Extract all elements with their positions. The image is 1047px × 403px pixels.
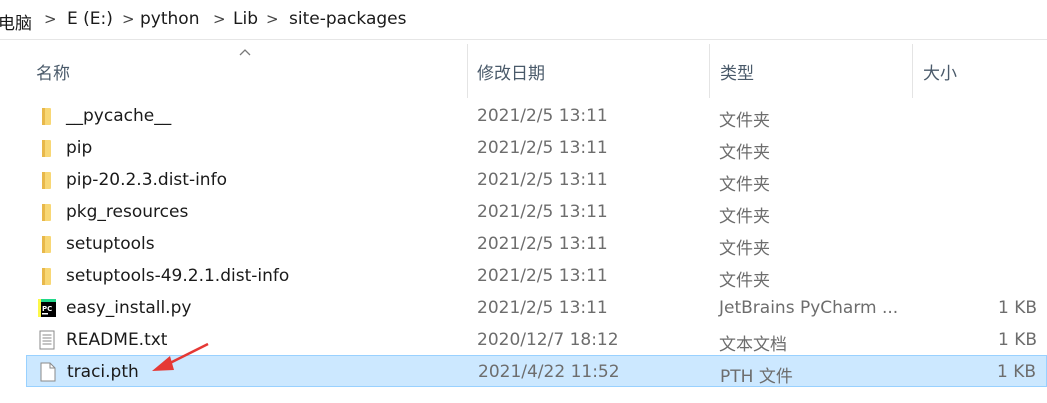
file-row[interactable]: pip-20.2.3.dist-info 2021/2/5 13:11 文件夹 xyxy=(26,164,1047,196)
address-bar[interactable]: 电脑 > E (E:) > python > Lib > site-packag… xyxy=(0,0,1047,40)
folder-icon xyxy=(42,204,51,221)
column-header-date-modified[interactable]: 修改日期 xyxy=(477,59,545,84)
file-size: 1 KB xyxy=(996,362,1036,382)
breadcrumb-site-packages[interactable]: site-packages xyxy=(289,9,406,29)
svg-text:PC: PC xyxy=(42,305,52,313)
file-type: 文件夹 xyxy=(719,175,770,195)
folder-icon xyxy=(42,268,51,285)
file-name: pkg_resources xyxy=(66,202,189,222)
chevron-right-icon[interactable]: > xyxy=(266,10,279,28)
file-type: 文件夹 xyxy=(719,271,770,291)
file-type: 文件夹 xyxy=(719,239,770,259)
file-name: __pycache__ xyxy=(66,106,172,126)
column-divider[interactable] xyxy=(912,44,913,98)
folder-icon xyxy=(42,172,51,189)
file-size: 1 KB xyxy=(997,298,1037,318)
file-date: 2021/2/5 13:11 xyxy=(477,170,608,190)
chevron-right-icon[interactable]: > xyxy=(122,10,135,28)
file-type: 文件夹 xyxy=(719,207,770,227)
column-divider[interactable] xyxy=(709,44,710,98)
file-row[interactable]: setuptools-49.2.1.dist-info 2021/2/5 13:… xyxy=(26,260,1047,292)
file-date: 2021/2/5 13:11 xyxy=(477,298,608,318)
file-date: 2021/2/5 13:11 xyxy=(477,266,608,286)
column-header-size[interactable]: 大小 xyxy=(923,59,957,84)
blank-file-icon xyxy=(40,362,56,382)
annotation-arrow-icon xyxy=(152,342,209,371)
file-date: 2021/2/5 13:11 xyxy=(477,202,608,222)
file-type: 文本文档 xyxy=(719,335,787,355)
pycharm-file-icon: PC xyxy=(38,299,56,317)
folder-icon xyxy=(42,140,51,157)
file-date: 2020/12/7 18:12 xyxy=(477,330,619,350)
file-name: pip xyxy=(66,138,93,158)
file-type: PTH 文件 xyxy=(720,367,793,387)
file-size: 1 KB xyxy=(997,330,1037,350)
breadcrumb-this-pc[interactable]: 电脑 xyxy=(0,9,32,34)
sort-ascending-icon xyxy=(239,49,251,56)
file-date: 2021/2/5 13:11 xyxy=(477,234,608,254)
file-date: 2021/2/5 13:11 xyxy=(477,106,608,126)
file-name: traci.pth xyxy=(67,362,139,382)
folder-icon xyxy=(42,108,51,125)
folder-icon xyxy=(42,236,51,253)
column-header-name[interactable]: 名称 xyxy=(36,59,70,84)
file-row[interactable]: setuptools 2021/2/5 13:11 文件夹 xyxy=(26,228,1047,260)
file-type: 文件夹 xyxy=(719,143,770,163)
file-row[interactable]: pip 2021/2/5 13:11 文件夹 xyxy=(26,132,1047,164)
file-row[interactable]: __pycache__ 2021/2/5 13:11 文件夹 xyxy=(26,100,1047,132)
breadcrumb-lib[interactable]: Lib xyxy=(233,9,258,29)
file-type: 文件夹 xyxy=(719,111,770,131)
text-file-icon xyxy=(39,330,55,350)
breadcrumb-python[interactable]: python xyxy=(140,9,199,29)
column-header-row: 名称 修改日期 类型 大小 xyxy=(0,44,1047,98)
breadcrumb-drive-e[interactable]: E (E:) xyxy=(67,9,113,29)
chevron-right-icon[interactable]: > xyxy=(213,10,226,28)
column-header-type[interactable]: 类型 xyxy=(720,59,754,84)
file-date: 2021/4/22 11:52 xyxy=(478,362,620,382)
file-row[interactable]: pkg_resources 2021/2/5 13:11 文件夹 xyxy=(26,196,1047,228)
column-divider[interactable] xyxy=(467,44,468,98)
file-name: setuptools-49.2.1.dist-info xyxy=(66,266,290,286)
file-date: 2021/2/5 13:11 xyxy=(477,138,608,158)
file-name: easy_install.py xyxy=(66,298,192,318)
file-name: setuptools xyxy=(66,234,155,254)
file-row[interactable]: PC easy_install.py 2021/2/5 13:11 JetBra… xyxy=(26,292,1047,324)
chevron-right-icon[interactable]: > xyxy=(44,10,57,28)
file-type: JetBrains PyCharm ... xyxy=(719,298,899,318)
file-name: pip-20.2.3.dist-info xyxy=(66,170,227,190)
